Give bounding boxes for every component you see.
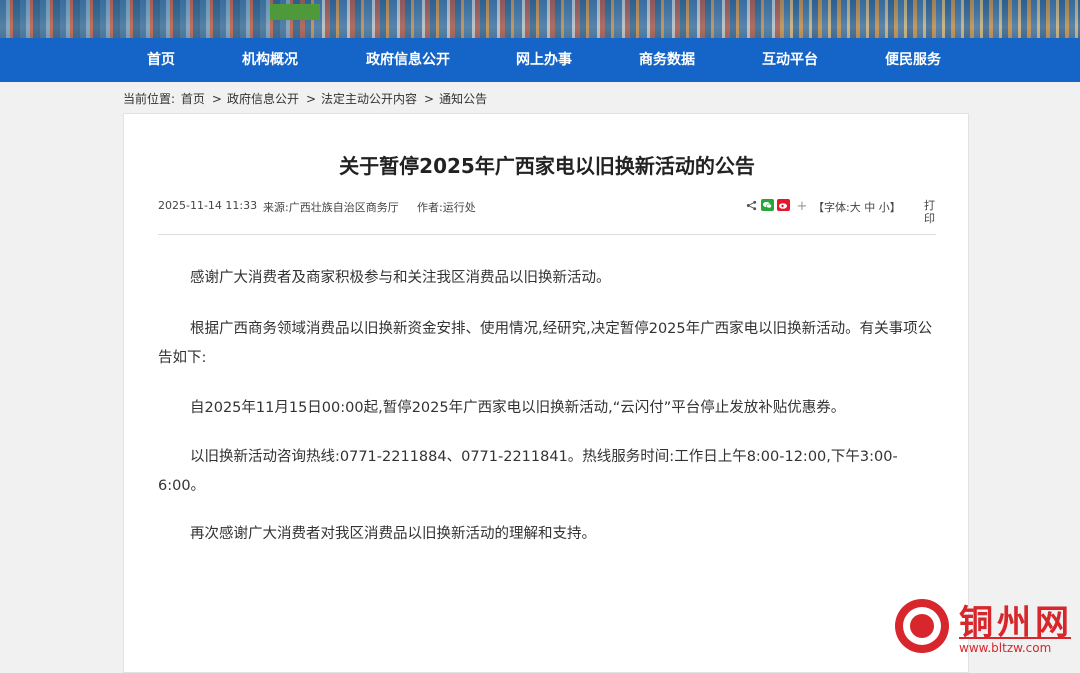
article-card: 关于暂停2025年广西家电以旧换新活动的公告 2025-11-14 11:33 … bbox=[123, 113, 969, 673]
watermark-url: www.bltzw.com bbox=[959, 641, 1052, 655]
article-paragraph: 感谢广大消费者及商家积极参与和关注我区消费品以旧换新活动。 bbox=[190, 270, 611, 286]
breadcrumb-prefix: 当前位置: bbox=[123, 92, 176, 106]
share-tools: + bbox=[746, 199, 807, 214]
breadcrumb-link-notices[interactable]: 通知公告 bbox=[439, 92, 487, 106]
nav-item-home[interactable]: 首页 bbox=[125, 38, 197, 82]
share-icon[interactable] bbox=[746, 200, 757, 214]
nav-item-about[interactable]: 机构概况 bbox=[228, 38, 312, 82]
print-button[interactable]: 打印 bbox=[924, 199, 938, 225]
article-date: 2025-11-14 11:33 bbox=[158, 199, 258, 212]
nav-item-interaction[interactable]: 互动平台 bbox=[748, 38, 832, 82]
breadcrumb: 当前位置: 首页 > 政府信息公开 > 法定主动公开内容 > 通知公告 bbox=[123, 92, 488, 106]
breadcrumb-link-legal-content[interactable]: 法定主动公开内容 bbox=[321, 92, 417, 106]
plus-icon[interactable]: + bbox=[797, 199, 808, 214]
article-paragraph: 自2025年11月15日00:00起,暂停2025年广西家电以旧换新活动,“云闪… bbox=[190, 400, 846, 416]
article-title: 关于暂停2025年广西家电以旧换新活动的公告 bbox=[339, 154, 755, 178]
nav-item-online-services[interactable]: 网上办事 bbox=[500, 38, 588, 82]
wechat-icon[interactable] bbox=[760, 199, 774, 214]
nav-item-gov-info[interactable]: 政府信息公开 bbox=[360, 38, 456, 82]
watermark-logo: 铜州网 www.bltzw.com bbox=[893, 597, 1073, 659]
nav-item-public-services[interactable]: 便民服务 bbox=[870, 38, 956, 82]
main-nav: 首页 机构概况 政府信息公开 网上办事 商务数据 互动平台 便民服务 bbox=[0, 38, 1080, 82]
article-paragraph: 根据广西商务领域消费品以旧换新资金安排、使用情况,经研究,决定暂停2025年广西… bbox=[158, 321, 933, 366]
article-author: 作者:运行处 bbox=[417, 201, 476, 214]
font-size-switcher[interactable]: 【字体:大 中 小】 bbox=[813, 199, 901, 215]
seal-icon bbox=[895, 599, 949, 653]
nav-item-commerce-data[interactable]: 商务数据 bbox=[624, 38, 710, 82]
title-divider bbox=[158, 234, 936, 235]
article-paragraph: 再次感谢广大消费者对我区消费品以旧换新活动的理解和支持。 bbox=[190, 526, 596, 542]
header-banner-image bbox=[0, 0, 1080, 38]
breadcrumb-link-gov-info[interactable]: 政府信息公开 bbox=[227, 92, 299, 106]
article-paragraph: 以旧换新活动咨询热线:0771-2211884、0771-2211841。热线服… bbox=[158, 449, 898, 494]
breadcrumb-link-home[interactable]: 首页 bbox=[181, 92, 205, 106]
article-source: 来源:广西壮族自治区商务厅 bbox=[263, 201, 399, 214]
weibo-icon[interactable] bbox=[777, 199, 790, 214]
